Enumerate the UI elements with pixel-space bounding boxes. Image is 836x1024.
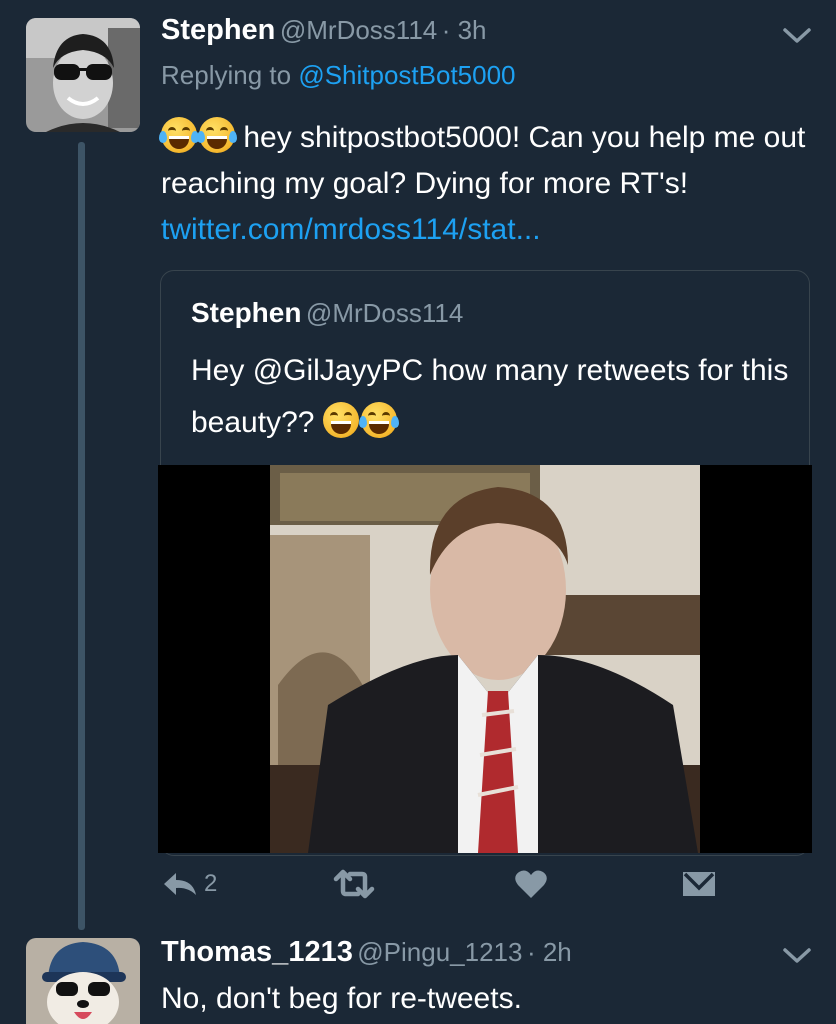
replying-prefix: Replying to bbox=[161, 60, 299, 90]
chevron-down-icon[interactable] bbox=[780, 944, 814, 968]
tweet-stephen[interactable]: Stephen @MrDoss114 · 3h Replying to @Shi… bbox=[0, 0, 836, 930]
user-handle[interactable]: @Pingu_1213 bbox=[357, 937, 522, 967]
tweet-time[interactable]: · 2h bbox=[527, 937, 572, 967]
avatar-thomas[interactable] bbox=[26, 938, 140, 1024]
user-handle[interactable]: @MrDoss114 bbox=[280, 15, 437, 45]
retweet-action[interactable] bbox=[332, 864, 376, 904]
quoted-mention: @GilJayyPC bbox=[252, 354, 424, 387]
retweet-icon bbox=[333, 869, 375, 899]
avatar-stephen[interactable] bbox=[26, 18, 140, 132]
tweet-header: Thomas_1213 @Pingu_1213 · 2h bbox=[161, 936, 572, 969]
quoted-text-prefix: Hey bbox=[191, 354, 253, 387]
media-image[interactable] bbox=[158, 465, 812, 853]
tweet-text: No, don't beg for re-tweets. bbox=[161, 982, 522, 1015]
tears-of-joy-emoji-icon bbox=[159, 117, 199, 153]
thread-connector-line bbox=[78, 142, 85, 930]
tweet-time[interactable]: · 3h bbox=[442, 15, 487, 45]
grinning-emoji-icon bbox=[322, 402, 359, 438]
chevron-down-icon[interactable] bbox=[780, 24, 814, 48]
envelope-icon bbox=[683, 872, 715, 896]
tweet-text: hey shitpostbot5000! Can you help me out… bbox=[159, 115, 811, 253]
quoted-text: Hey @GilJayyPC how many retweets for thi… bbox=[191, 345, 791, 449]
replying-to: Replying to @ShitpostBot5000 bbox=[161, 60, 516, 91]
heart-icon bbox=[515, 870, 547, 898]
display-name[interactable]: Stephen bbox=[161, 14, 275, 46]
display-name[interactable]: Thomas_1213 bbox=[161, 936, 353, 968]
tweet-actions: 2 bbox=[0, 864, 836, 904]
quoted-handle: @MrDoss114 bbox=[305, 298, 464, 328]
reply-count: 2 bbox=[204, 870, 218, 897]
tweet-header: Stephen @MrDoss114 · 3h bbox=[161, 14, 487, 47]
tears-of-joy-emoji-icon bbox=[358, 402, 399, 438]
reply-action[interactable]: 2 bbox=[160, 864, 217, 904]
replying-to-mention[interactable]: @ShitpostBot5000 bbox=[298, 60, 515, 90]
quoted-header: Stephen @MrDoss114 bbox=[191, 297, 463, 329]
quoted-display-name: Stephen bbox=[191, 297, 302, 328]
like-action[interactable] bbox=[514, 864, 548, 904]
reply-icon bbox=[164, 873, 196, 895]
tears-of-joy-emoji-icon bbox=[197, 117, 237, 153]
tweet-link[interactable]: twitter.com/mrdoss114/stat... bbox=[161, 213, 541, 246]
tweet-text-body: hey shitpostbot5000! Can you help me out… bbox=[161, 121, 806, 200]
tweet-thomas[interactable]: Thomas_1213 @Pingu_1213 · 2h No, don't b… bbox=[0, 930, 836, 1024]
dm-action[interactable] bbox=[682, 864, 716, 904]
